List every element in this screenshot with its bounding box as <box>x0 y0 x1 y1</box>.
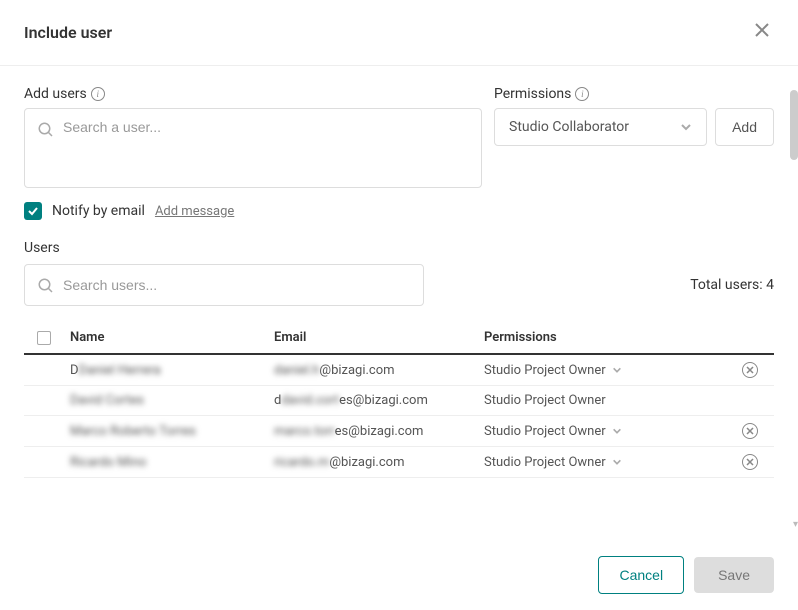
permission-value: Studio Project Owner <box>484 424 606 439</box>
notify-row: Notify by email Add message <box>24 202 774 220</box>
x-icon <box>746 427 754 435</box>
search-icon <box>37 121 55 139</box>
email-suffix: es@bizagi.com <box>339 393 428 408</box>
permission-dropdown-row[interactable]: Studio Project Owner <box>484 363 742 378</box>
permission-dropdown-row[interactable]: Studio Project Owner <box>484 424 742 439</box>
notify-label: Notify by email <box>52 203 145 219</box>
row-perm: Studio Project Owner <box>484 393 742 408</box>
modal-header: Include user <box>0 0 798 66</box>
row-email: ddavid.cortes@bizagi.com <box>274 393 484 408</box>
modal-body: Add users i Permissions i Studio Collabo… <box>0 66 798 540</box>
add-users-label: Add users i <box>24 86 482 102</box>
row-name: Ricardo Mino <box>64 455 274 470</box>
chevron-down-icon <box>680 121 692 133</box>
add-users-label-text: Add users <box>24 86 87 102</box>
permission-value: Studio Project Owner <box>484 363 606 378</box>
modal-footer: Cancel Save <box>0 540 798 610</box>
redacted-email-prefix: david.cort <box>281 393 339 408</box>
email-domain: @bizagi.com <box>329 455 404 470</box>
permissions-label-text: Permissions <box>494 86 571 102</box>
info-icon[interactable]: i <box>91 87 105 101</box>
modal-title: Include user <box>24 23 112 42</box>
redacted-email-prefix: daniel.h <box>274 363 319 378</box>
row-email: ricardo.m@bizagi.com <box>274 455 484 470</box>
permissions-label: Permissions i <box>494 86 774 102</box>
total-users-label: Total users: <box>690 277 766 293</box>
row-perm: Studio Project Owner <box>484 424 742 439</box>
redacted-name: Daniel Herrera <box>79 363 161 378</box>
add-button[interactable]: Add <box>715 108 774 146</box>
close-icon <box>754 22 770 38</box>
check-icon <box>27 205 39 217</box>
redacted-email-prefix: ricardo.m <box>274 455 329 470</box>
search-icon <box>37 277 55 295</box>
permission-dropdown-row[interactable]: Studio Project Owner <box>484 455 742 470</box>
redacted-name: David Cortes <box>70 393 144 408</box>
row-action <box>742 423 774 439</box>
notify-checkbox[interactable] <box>24 202 42 220</box>
remove-user-button[interactable] <box>742 362 758 378</box>
chevron-down-icon <box>612 365 622 375</box>
permission-value: Studio Project Owner <box>484 455 606 470</box>
add-message-link[interactable]: Add message <box>155 204 234 219</box>
users-label: Users <box>24 240 774 256</box>
add-users-section: Add users i <box>24 86 482 188</box>
table-header: Name Email Permissions <box>24 322 774 355</box>
row-action <box>742 362 774 378</box>
save-button[interactable]: Save <box>694 557 774 593</box>
row-email: marco.torres@bizagi.com <box>274 424 484 439</box>
include-user-modal: Include user Add users i Permissions <box>0 0 798 610</box>
users-search-input[interactable] <box>63 277 411 293</box>
scroll-caret: ▾ <box>793 519 798 530</box>
row-name: David Cortes <box>64 393 274 408</box>
table-row: David Cortes ddavid.cortes@bizagi.com St… <box>24 386 774 416</box>
add-users-input[interactable] <box>63 119 469 135</box>
remove-user-button[interactable] <box>742 423 758 439</box>
permissions-section: Permissions i Studio Collaborator Add <box>494 86 774 146</box>
row-email: daniel.h@bizagi.com <box>274 363 484 378</box>
email-suffix: es@bizagi.com <box>335 424 424 439</box>
redacted-name: Marco Roberto Torres <box>70 424 196 439</box>
total-users: Total users: 4 <box>690 277 774 293</box>
users-table: Name Email Permissions DDaniel Herrera d… <box>24 322 774 478</box>
users-toolbar: Total users: 4 <box>24 264 774 306</box>
table-row: Marco Roberto Torres marco.torres@bizagi… <box>24 416 774 447</box>
remove-user-button[interactable] <box>742 454 758 470</box>
email-header: Email <box>274 330 484 345</box>
row-perm: Studio Project Owner <box>484 455 742 470</box>
permissions-selected: Studio Collaborator <box>509 119 629 135</box>
x-icon <box>746 458 754 466</box>
table-row: Ricardo Mino ricardo.m@bizagi.com Studio… <box>24 447 774 478</box>
total-users-count: 4 <box>766 277 774 293</box>
col-check-header <box>24 331 64 345</box>
perm-header: Permissions <box>484 330 742 345</box>
add-users-searchbox[interactable] <box>24 108 482 188</box>
redacted-email-prefix: marco.torr <box>274 424 335 439</box>
users-section: Users Total users: 4 Name Email Perm <box>24 240 774 478</box>
permissions-row: Studio Collaborator Add <box>494 108 774 146</box>
table-row: DDaniel Herrera daniel.h@bizagi.com Stud… <box>24 355 774 386</box>
close-button[interactable] <box>750 18 774 47</box>
row-perm: Studio Project Owner <box>484 363 742 378</box>
row-action <box>742 454 774 470</box>
name-header: Name <box>64 330 274 345</box>
top-section-row: Add users i Permissions i Studio Collabo… <box>24 86 774 188</box>
select-all-checkbox[interactable] <box>37 331 51 345</box>
x-icon <box>746 366 754 374</box>
permissions-dropdown[interactable]: Studio Collaborator <box>494 108 707 146</box>
permission-value: Studio Project Owner <box>484 393 606 408</box>
scrollbar-thumb[interactable] <box>790 90 798 160</box>
users-searchbox[interactable] <box>24 264 424 306</box>
chevron-down-icon <box>612 426 622 436</box>
email-domain: @bizagi.com <box>319 363 394 378</box>
cancel-button[interactable]: Cancel <box>598 556 684 594</box>
row-name: DDaniel Herrera <box>64 363 274 378</box>
row-name: Marco Roberto Torres <box>64 424 274 439</box>
info-icon[interactable]: i <box>575 87 589 101</box>
chevron-down-icon <box>612 457 622 467</box>
redacted-name: Ricardo Mino <box>70 455 146 470</box>
